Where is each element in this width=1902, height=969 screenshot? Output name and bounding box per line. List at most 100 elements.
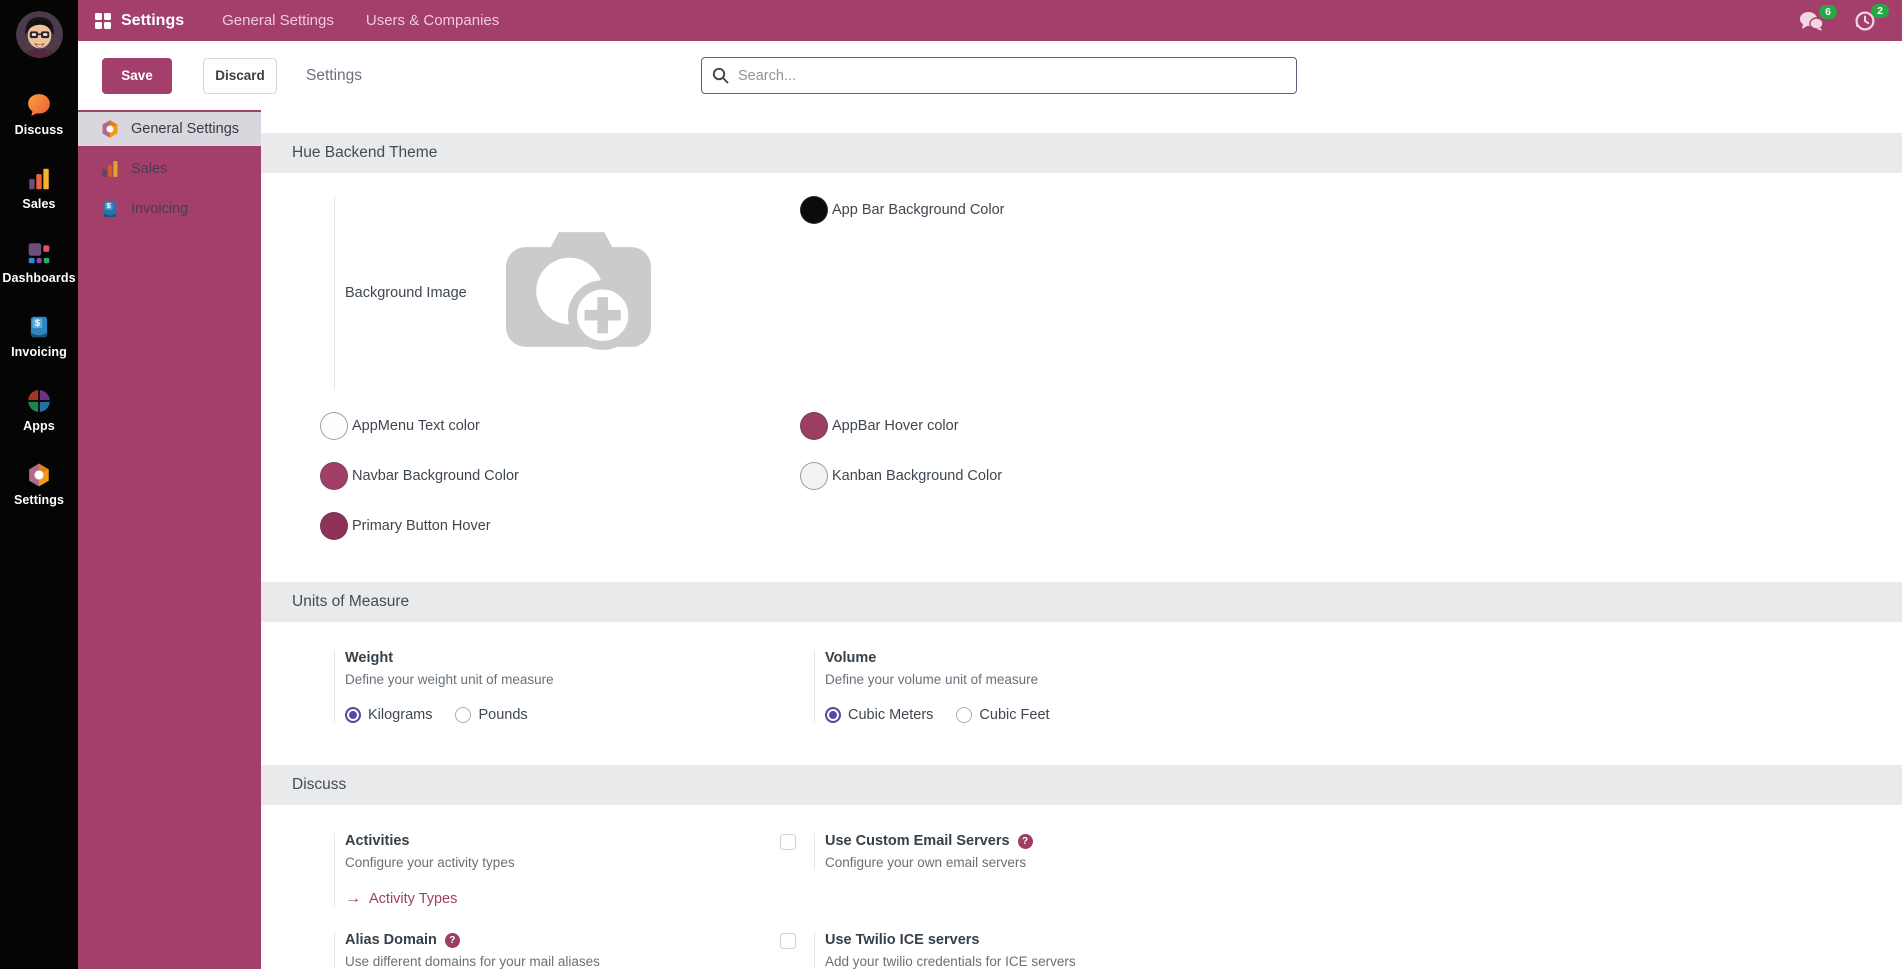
topbar-menu: General Settings Users & Companies — [208, 0, 513, 41]
section-header-hue-backend-theme: Hue Backend Theme — [261, 133, 1902, 173]
sidebar-item-sales[interactable]: Sales — [0, 166, 78, 211]
field-label: App Bar Background Color — [832, 202, 1005, 218]
apps-menu-icon[interactable] — [95, 12, 111, 29]
arrow-right-icon: → — [345, 890, 361, 907]
custom-email-desc: Configure your own email servers — [825, 855, 1027, 870]
menu-users-companies[interactable]: Users & Companies — [352, 0, 513, 41]
alias-domain-desc: Use different domains for your mail alia… — [345, 954, 600, 969]
field-label: Primary Button Hover — [352, 518, 491, 534]
volume-radio-group: Cubic Meters Cubic Feet — [825, 707, 1260, 723]
settings-nav-label: Sales — [131, 161, 168, 177]
invoicing-icon: $ — [30, 316, 48, 338]
svg-text:$: $ — [107, 202, 111, 210]
sales-icon — [29, 168, 49, 190]
discard-button[interactable]: Discard — [203, 57, 277, 94]
setting-primary-button-hover: Primary Button Hover — [300, 512, 780, 540]
setting-app-bar-background-color: App Bar Background Color — [780, 196, 1260, 224]
activities-button[interactable]: 2 — [1854, 3, 1889, 32]
app-sidebar: Discuss Sales Dashboards $ Invoicing App… — [0, 0, 78, 969]
section-title: Units of Measure — [292, 593, 410, 610]
settings-content: Hue Backend Theme Background Image App B… — [261, 110, 1902, 969]
radio-label[interactable]: Kilograms — [368, 707, 432, 723]
setting-weight: Weight Define your weight unit of measur… — [300, 650, 780, 723]
sidebar-item-invoicing[interactable]: $ Invoicing — [0, 314, 78, 359]
radio-cubic-feet[interactable] — [956, 707, 973, 723]
sales-icon — [102, 161, 118, 177]
sidebar-item-dashboards[interactable]: Dashboards — [0, 240, 78, 285]
custom-email-title: Use Custom Email Servers — [825, 833, 1010, 849]
sidebar-item-label: Discuss — [14, 123, 64, 137]
workspace: General Settings Sales $ Invoicing Hue B… — [78, 110, 1902, 969]
sidebar-item-settings[interactable]: Settings — [0, 462, 78, 507]
section-title: Discuss — [292, 776, 347, 793]
settings-nav-invoicing[interactable]: $ Invoicing — [78, 192, 261, 226]
search-input[interactable] — [738, 67, 1286, 84]
camera-add-icon — [505, 231, 651, 350]
apps-icon — [28, 390, 50, 412]
invoicing-icon: $ — [103, 201, 117, 217]
field-label: Kanban Background Color — [832, 468, 1003, 484]
save-button[interactable]: Save — [102, 57, 172, 94]
main-area: Settings General Settings Users & Compan… — [78, 0, 1902, 969]
setting-kanban-background-color: Kanban Background Color — [780, 462, 1260, 490]
setting-alias-domain: Alias Domain ? Use different domains for… — [300, 932, 780, 969]
twilio-desc: Add your twilio credentials for ICE serv… — [825, 954, 1076, 969]
search-bar[interactable] — [701, 57, 1297, 94]
messages-count-badge: 6 — [1819, 4, 1837, 19]
activities-title: Activities — [345, 833, 410, 849]
settings-nav-label: General Settings — [131, 121, 240, 137]
settings-nav-sales[interactable]: Sales — [78, 152, 261, 186]
weight-title: Weight — [345, 650, 394, 666]
settings-icon — [29, 463, 49, 487]
setting-volume: Volume Define your volume unit of measur… — [780, 650, 1260, 723]
help-icon[interactable]: ? — [1017, 833, 1033, 849]
sidebar-item-discuss[interactable]: Discuss — [0, 92, 78, 137]
topbar-systray: 6 2 — [1799, 3, 1902, 32]
app-root: Discuss Sales Dashboards $ Invoicing App… — [0, 0, 1902, 969]
radio-label[interactable]: Cubic Meters — [848, 707, 933, 723]
messages-button[interactable]: 6 — [1799, 4, 1837, 31]
radio-label[interactable]: Cubic Feet — [979, 707, 1049, 723]
activity-types-link[interactable]: → Activity Types — [345, 890, 780, 908]
volume-title: Volume — [825, 650, 877, 666]
section-title: Hue Backend Theme — [292, 144, 438, 161]
radio-kilograms[interactable] — [345, 707, 361, 723]
twilio-ice-checkbox[interactable] — [780, 933, 796, 949]
setting-background-image: Background Image — [300, 196, 780, 390]
settings-nav-label: Invoicing — [131, 201, 189, 217]
radio-pounds[interactable] — [455, 707, 472, 723]
section-header-units-of-measure: Units of Measure — [261, 582, 1902, 622]
alias-domain-title: Alias Domain — [345, 932, 437, 948]
setting-use-twilio-ice-servers: Use Twilio ICE servers Add your twilio c… — [780, 932, 1260, 969]
sidebar-item-label: Dashboards — [2, 271, 76, 285]
user-avatar[interactable] — [15, 11, 63, 58]
general-settings-icon — [102, 120, 118, 138]
app-list: Discuss Sales Dashboards $ Invoicing App… — [0, 92, 78, 507]
sidebar-item-apps[interactable]: Apps — [0, 388, 78, 433]
field-label: AppMenu Text color — [352, 418, 480, 434]
activities-desc: Configure your activity types — [345, 855, 515, 870]
settings-nav-general[interactable]: General Settings — [78, 112, 261, 146]
volume-desc: Define your volume unit of measure — [825, 672, 1039, 687]
sidebar-item-label: Apps — [23, 419, 55, 433]
radio-cubic-meters[interactable] — [825, 707, 841, 723]
menu-general-settings[interactable]: General Settings — [208, 0, 348, 41]
settings-nav-panel: General Settings Sales $ Invoicing — [78, 110, 261, 969]
search-icon — [712, 67, 729, 84]
background-image-label: Background Image — [345, 285, 467, 301]
setting-use-custom-email-servers: Use Custom Email Servers ? Configure you… — [780, 833, 1260, 870]
sidebar-item-label: Settings — [13, 493, 65, 507]
field-label: AppBar Hover color — [832, 418, 959, 434]
breadcrumb[interactable]: Settings — [306, 67, 362, 85]
weight-radio-group: Kilograms Pounds — [345, 707, 780, 723]
activity-types-link-label: Activity Types — [369, 891, 458, 907]
weight-desc: Define your weight unit of measure — [345, 672, 554, 687]
help-icon[interactable]: ? — [444, 932, 460, 948]
control-panel: Save Discard Settings — [78, 41, 1902, 110]
custom-email-servers-checkbox[interactable] — [780, 834, 796, 850]
radio-label[interactable]: Pounds — [478, 707, 527, 723]
background-image-upload[interactable] — [502, 223, 655, 364]
sidebar-item-label: Sales — [22, 197, 56, 211]
current-app-title[interactable]: Settings — [121, 12, 184, 30]
setting-activities: Activities Configure your activity types… — [300, 833, 780, 907]
